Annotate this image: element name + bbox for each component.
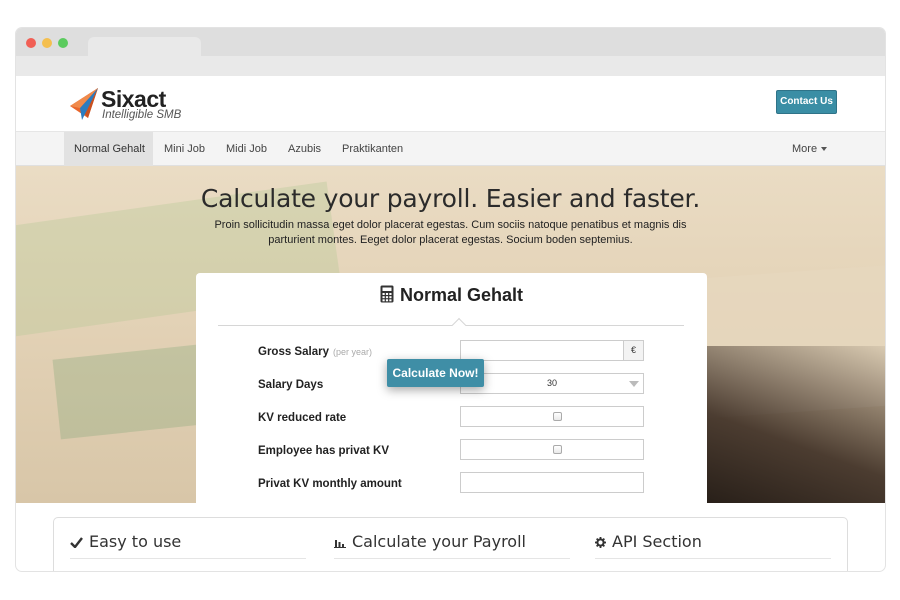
employee-privat-kv-label: Employee has privat KV	[258, 445, 390, 457]
privat-kv-monthly-input[interactable]	[460, 472, 644, 493]
site-header: Sixact Intelligible SMB Contact Us	[16, 76, 885, 132]
calculator-title: Normal Gehalt	[196, 285, 707, 306]
caret-down-icon	[821, 147, 828, 152]
kv-reduced-rate-label: KV reduced rate	[258, 412, 347, 424]
checkmark-icon	[70, 537, 83, 548]
bar-chart-icon	[334, 540, 346, 548]
calculator-card: Normal Gehalt Gross Salary (per year) € S…	[196, 273, 707, 503]
salary-days-label: Salary Days	[258, 379, 324, 391]
feature-label: Easy to use	[89, 532, 182, 551]
nav-item-normal-gehalt[interactable]: Normal Gehalt	[64, 132, 153, 166]
maximize-window-button[interactable]	[58, 38, 68, 48]
feature-divider	[595, 558, 831, 559]
hero-background-shadow	[696, 346, 885, 503]
hero-subtitle: Proin sollicitudin massa eget dolor plac…	[214, 219, 687, 246]
employee-privat-kv-field	[460, 439, 644, 460]
nav-item-praktikanten[interactable]: Praktikanten	[342, 132, 403, 166]
features-panel: Easy to use Calculate your Payroll API S…	[53, 517, 848, 571]
gross-salary-hint: (per year)	[332, 347, 372, 357]
salary-days-select[interactable]: 30	[460, 373, 644, 394]
feature-api-section: API Section	[595, 532, 702, 551]
gross-salary-label-text: Gross Salary	[258, 346, 329, 358]
employee-privat-kv-checkbox[interactable]	[553, 445, 562, 454]
currency-addon: €	[623, 341, 643, 360]
kv-reduced-rate-checkbox[interactable]	[553, 412, 562, 421]
brand-logo[interactable]: Sixact Intelligible SMB	[68, 84, 208, 124]
divider	[218, 325, 684, 326]
feature-label: Calculate your Payroll	[352, 532, 526, 551]
feature-calculate-payroll: Calculate your Payroll	[334, 532, 526, 551]
browser-toolbar	[16, 56, 885, 76]
nav-item-azubis[interactable]: Azubis	[288, 132, 321, 166]
nav-more-label: More	[792, 143, 818, 155]
feature-divider	[70, 558, 306, 559]
feature-easy-to-use: Easy to use	[70, 532, 181, 551]
calculator-title-text: Normal Gehalt	[399, 285, 524, 305]
browser-window: Sixact Intelligible SMB Contact Us Norma…	[16, 28, 885, 571]
nav-more-dropdown[interactable]: More	[792, 132, 828, 166]
browser-titlebar	[16, 28, 885, 76]
main-nav: Normal Gehalt Mini Job Midi Job Azubis P…	[16, 132, 885, 166]
nav-item-mini-job[interactable]: Mini Job	[164, 132, 205, 166]
minimize-window-button[interactable]	[42, 38, 52, 48]
nav-item-midi-job[interactable]: Midi Job	[226, 132, 267, 166]
feature-divider	[334, 558, 570, 559]
brand-tagline: Intelligible SMB	[102, 109, 182, 121]
salary-days-value: 30	[546, 378, 557, 388]
hero-title: Calculate your payroll. Easier and faste…	[200, 184, 701, 213]
feature-label: API Section	[612, 532, 702, 551]
contact-us-button[interactable]: Contact Us	[776, 90, 837, 114]
gear-icon	[595, 537, 606, 548]
kv-reduced-rate-field	[460, 406, 644, 427]
close-window-button[interactable]	[26, 38, 36, 48]
privat-kv-monthly-label: Privat KV monthly amount	[258, 478, 402, 490]
browser-tab[interactable]	[88, 37, 201, 57]
gross-salary-input[interactable]: €	[460, 340, 644, 361]
chevron-down-icon	[629, 381, 639, 387]
calculator-icon	[380, 285, 394, 303]
hero-section: Calculate your payroll. Easier and faste…	[16, 166, 885, 503]
divider-notch	[451, 317, 467, 333]
calculate-now-button[interactable]: Calculate Now!	[387, 359, 484, 387]
paper-plane-logo-icon	[70, 88, 98, 120]
gross-salary-label: Gross Salary (per year)	[258, 346, 372, 358]
